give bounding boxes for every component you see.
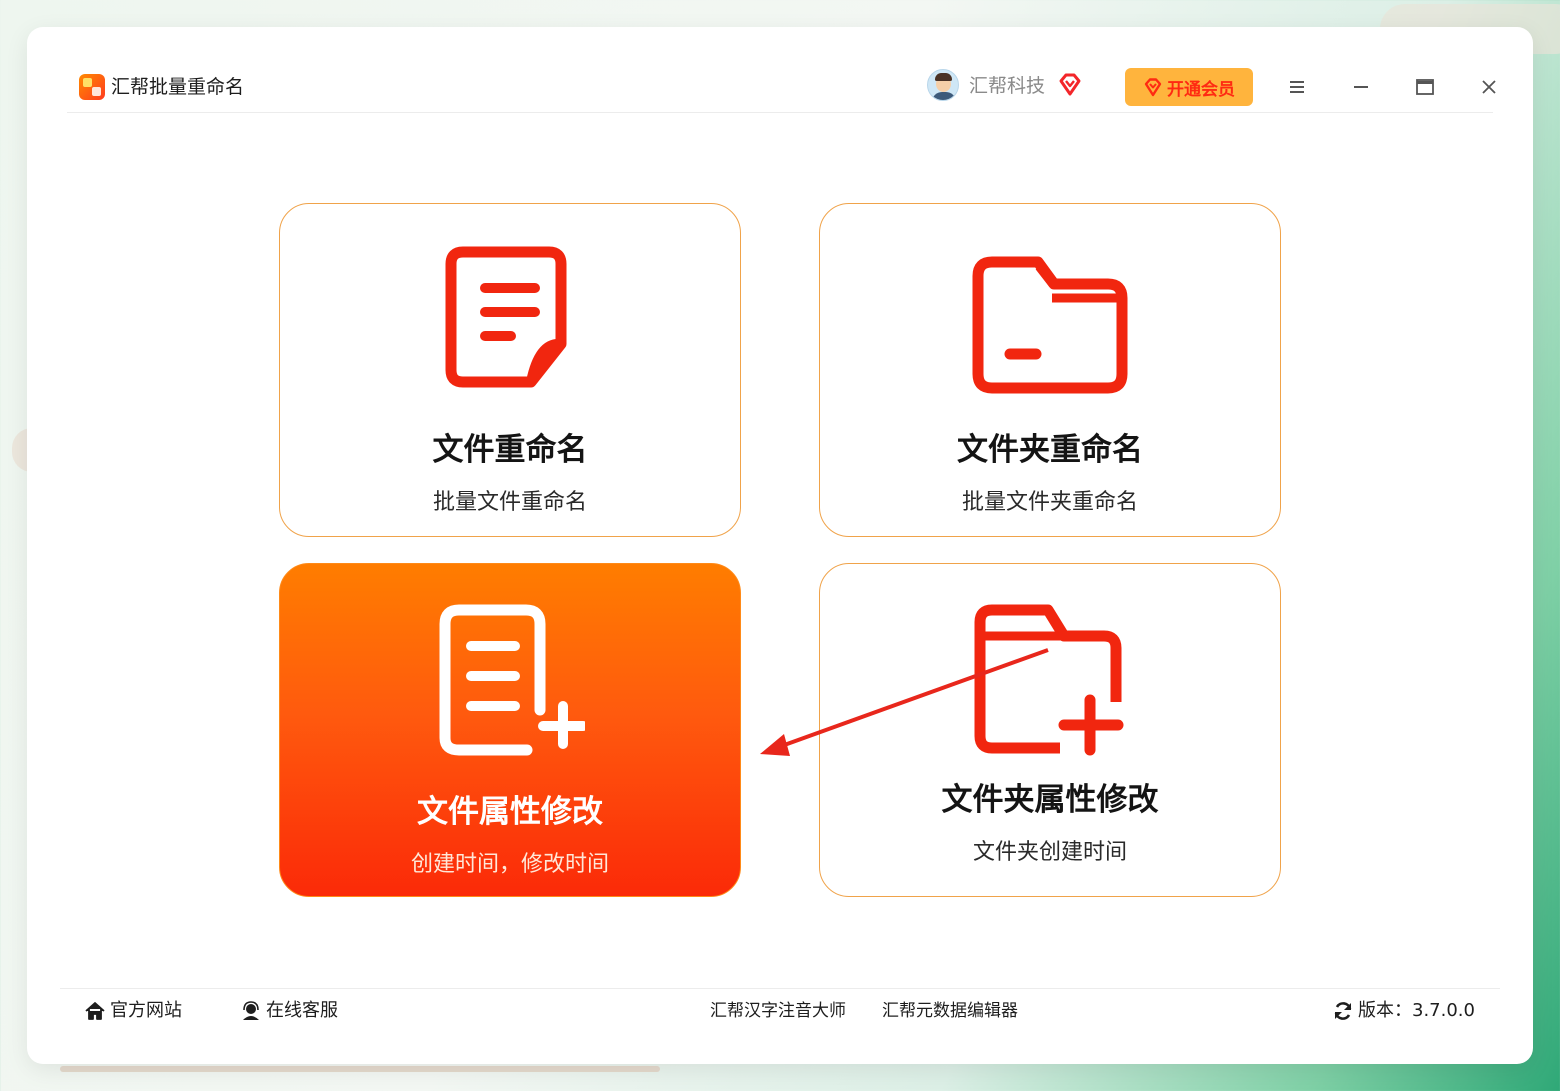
card-title: 文件夹属性修改 (941, 782, 1159, 818)
card-file-rename[interactable]: 文件重命名 批量文件重命名 (279, 203, 741, 537)
folder-icon (972, 256, 1128, 394)
maximize-button[interactable] (1407, 69, 1443, 105)
card-folder-attribute[interactable]: 文件夹属性修改 文件夹创建时间 (819, 563, 1281, 897)
online-support-link[interactable]: 在线客服 (240, 999, 338, 1023)
maximize-icon (1416, 79, 1434, 95)
app-window: 汇帮批量重命名 汇帮科技 开通会员 文件重命名 批量文件重命名 文件夹重命名 批… (27, 27, 1533, 1064)
minimize-icon (1354, 86, 1368, 88)
document-icon (445, 246, 567, 388)
user-avatar[interactable] (927, 69, 959, 101)
vip-diamond-icon (1144, 77, 1162, 96)
footer-bar: 官方网站 在线客服 汇帮汉字注音大师 汇帮元数据编辑器 版本：3.7.0.0 (60, 988, 1500, 1034)
user-name[interactable]: 汇帮科技 (969, 74, 1045, 98)
title-bar: 汇帮批量重命名 汇帮科技 开通会员 (67, 61, 1496, 113)
window-scrollbar-hint (60, 1066, 660, 1072)
metadata-editor-link[interactable]: 汇帮元数据编辑器 (882, 999, 1018, 1023)
app-title: 汇帮批量重命名 (111, 76, 245, 98)
app-logo-icon (79, 74, 105, 100)
diamond-icon (1059, 73, 1081, 96)
close-button[interactable] (1471, 69, 1507, 105)
headset-icon (243, 1001, 259, 1020)
official-website-link[interactable]: 官方网站 (84, 999, 182, 1023)
version-label: 版本：3.7.0.0 (1358, 1000, 1475, 1021)
online-support-label: 在线客服 (266, 1000, 338, 1021)
home-icon (85, 1002, 105, 1020)
close-icon (1482, 80, 1496, 94)
menu-button[interactable] (1279, 69, 1315, 105)
refresh-icon (1334, 1002, 1352, 1020)
card-title: 文件夹重命名 (957, 432, 1143, 468)
vip-button-label: 开通会员 (1167, 79, 1235, 100)
document-add-icon (439, 604, 585, 756)
card-folder-rename[interactable]: 文件夹重命名 批量文件夹重命名 (819, 203, 1281, 537)
card-subtitle: 批量文件重命名 (432, 490, 587, 515)
card-title: 文件属性修改 (417, 794, 603, 830)
menu-icon (1290, 81, 1304, 93)
card-file-attribute[interactable]: 文件属性修改 创建时间，修改时间 (279, 563, 741, 897)
card-subtitle: 文件夹创建时间 (972, 840, 1127, 865)
vip-button[interactable]: 开通会员 (1125, 68, 1253, 106)
minimize-button[interactable] (1343, 69, 1379, 105)
version-info[interactable]: 版本：3.7.0.0 (1332, 999, 1475, 1023)
card-title: 文件重命名 (432, 432, 588, 468)
pinyin-master-link[interactable]: 汇帮汉字注音大师 (710, 999, 846, 1023)
card-subtitle: 批量文件夹重命名 (961, 490, 1138, 515)
card-subtitle: 创建时间，修改时间 (410, 852, 609, 877)
folder-add-icon (974, 604, 1124, 756)
official-website-label: 官方网站 (110, 1000, 182, 1021)
